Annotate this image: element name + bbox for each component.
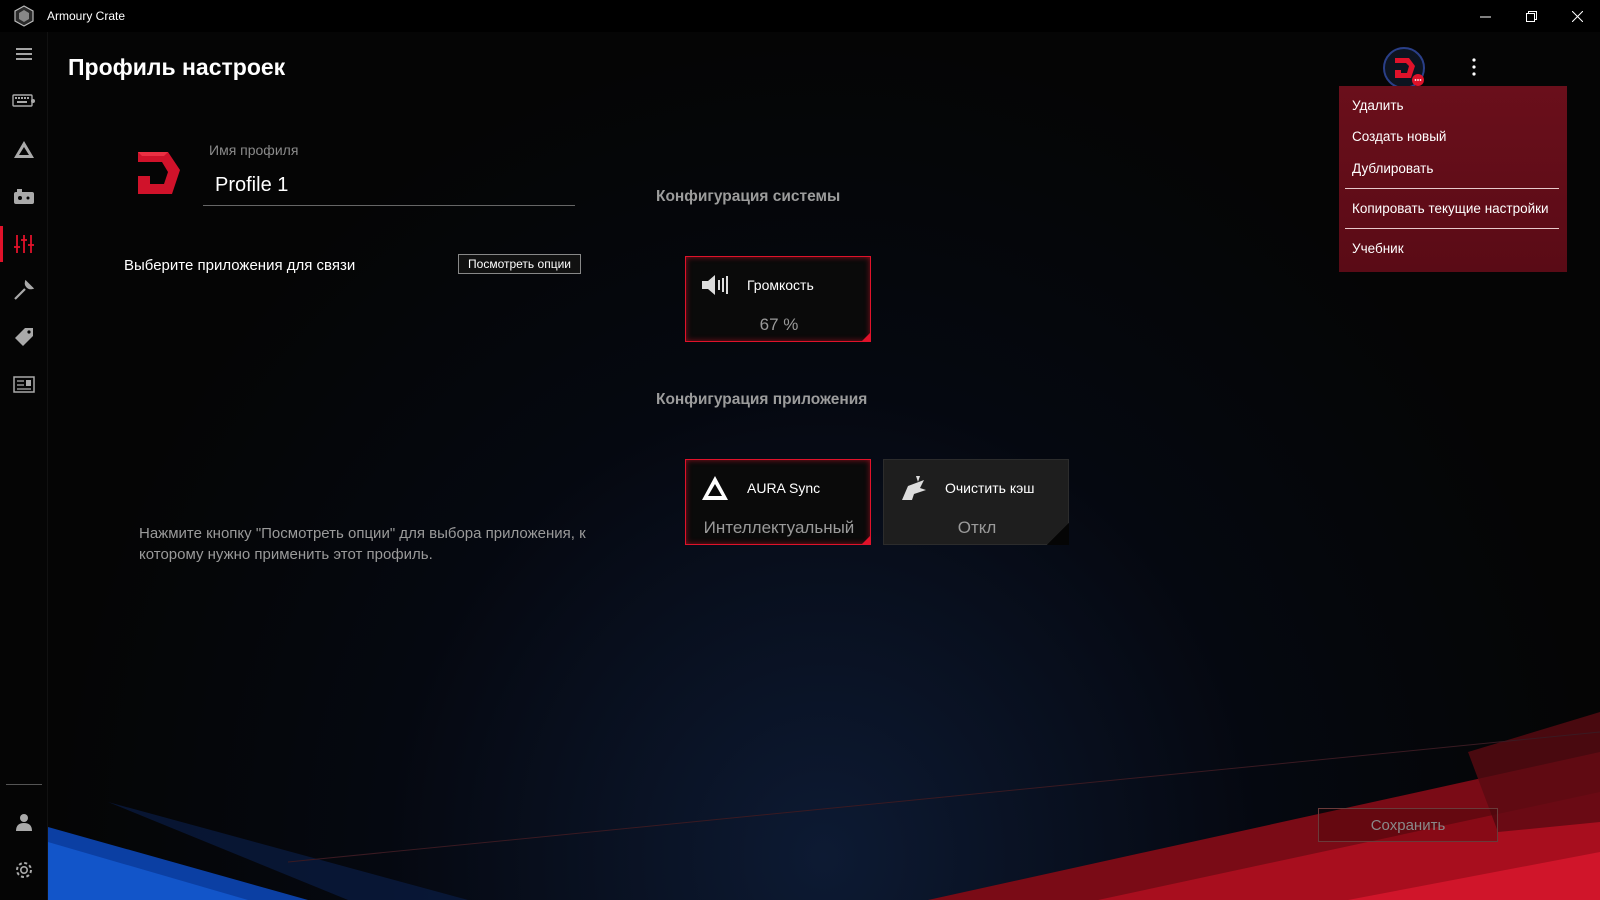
speaker-icon (702, 275, 728, 295)
menu-separator (1345, 188, 1559, 189)
view-options-button[interactable]: Посмотреть опции (458, 254, 581, 274)
profile-avatar-icon (1383, 47, 1425, 89)
tile-corner-marker (861, 535, 871, 545)
system-config-heading: Конфигурация системы (656, 188, 841, 205)
minimize-button[interactable] (1462, 0, 1508, 32)
clear-cache-tile-value: Откл (957, 518, 997, 537)
clear-cache-tile-title: Очистить кэш (945, 480, 1035, 496)
close-icon (1571, 10, 1583, 22)
menu-item-duplicate[interactable]: Дублировать (1352, 161, 1433, 176)
kebab-menu-icon (1472, 58, 1476, 76)
volume-tile[interactable]: Громкость 67 % (685, 256, 871, 342)
profile-name-input[interactable] (203, 166, 575, 206)
window-title: Armoury Crate (47, 9, 126, 23)
tile-corner-cut (1047, 523, 1069, 545)
page-title: Профиль настроек (68, 54, 286, 80)
window-controls (1462, 0, 1600, 32)
restore-icon (1525, 10, 1537, 22)
aura-sync-tile[interactable]: AURA Sync Интеллектуальный (685, 459, 871, 545)
sidebar-item-deals[interactable] (0, 315, 48, 359)
keyboard-device-icon (12, 94, 35, 107)
menu-item-create-new[interactable]: Создать новый (1352, 129, 1446, 144)
restore-button[interactable] (1508, 0, 1554, 32)
link-apps-label: Выберите приложения для связи (124, 257, 356, 274)
hint-text: Нажмите кнопку "Посмотреть опции" для вы… (139, 525, 586, 563)
save-button[interactable]: Сохранить (1318, 808, 1498, 842)
profile-avatar-button[interactable] (1382, 46, 1426, 90)
app-logo-icon (14, 5, 34, 27)
aura-sync-tile-value: Интеллектуальный (703, 518, 855, 537)
menu-item-delete[interactable]: Удалить (1352, 98, 1404, 113)
clear-cache-tile[interactable]: Очистить кэш Откл (883, 459, 1069, 545)
app-config-heading: Конфигурация приложения (656, 391, 868, 408)
user-icon (16, 814, 32, 831)
minimize-icon (1479, 16, 1491, 17)
sidebar-item-device[interactable] (0, 79, 48, 123)
news-icon (13, 376, 35, 393)
sidebar-divider (6, 784, 42, 785)
profile-options-menu: Удалить Создать новый Дублировать Копиро… (1339, 86, 1567, 272)
sidebar-item-user[interactable] (0, 800, 48, 844)
close-button[interactable] (1554, 0, 1600, 32)
volume-tile-value: 67 % (759, 315, 799, 334)
menu-icon (16, 48, 32, 60)
aura-icon (14, 141, 34, 158)
profile-name-label: Имя профиля (209, 142, 299, 158)
more-options-button[interactable] (1466, 54, 1482, 80)
scenario-profiles-icon (14, 235, 34, 253)
sidebar-item-tools[interactable] (0, 268, 48, 312)
deals-tag-icon (15, 328, 33, 346)
clear-cache-icon (902, 476, 926, 500)
sidebar-item-aura[interactable] (0, 128, 48, 172)
sidebar (0, 32, 48, 900)
game-device-icon (14, 189, 34, 204)
aura-sync-tile-title: AURA Sync (747, 480, 821, 496)
sidebar-item-profiles[interactable] (0, 222, 48, 266)
title-bar: Armoury Crate (0, 0, 1600, 32)
sidebar-item-settings[interactable] (0, 848, 48, 892)
tile-corner-marker (861, 332, 871, 342)
menu-item-tutorial[interactable]: Учебник (1352, 241, 1404, 256)
sidebar-item-game-devices[interactable] (0, 175, 48, 219)
volume-tile-title: Громкость (747, 277, 814, 293)
menu-item-copy-current-settings[interactable]: Копировать текущие настройки (1352, 201, 1549, 216)
main-content: Профиль настроек Имя профиля Выберите пр… (48, 32, 1600, 900)
menu-separator (1345, 228, 1559, 229)
profile-logo-icon (138, 152, 180, 194)
sidebar-item-news[interactable] (0, 362, 48, 406)
sidebar-menu-button[interactable] (0, 32, 48, 76)
settings-gear-icon (16, 862, 32, 878)
aura-sync-icon (702, 476, 728, 500)
tools-icon (14, 279, 35, 300)
